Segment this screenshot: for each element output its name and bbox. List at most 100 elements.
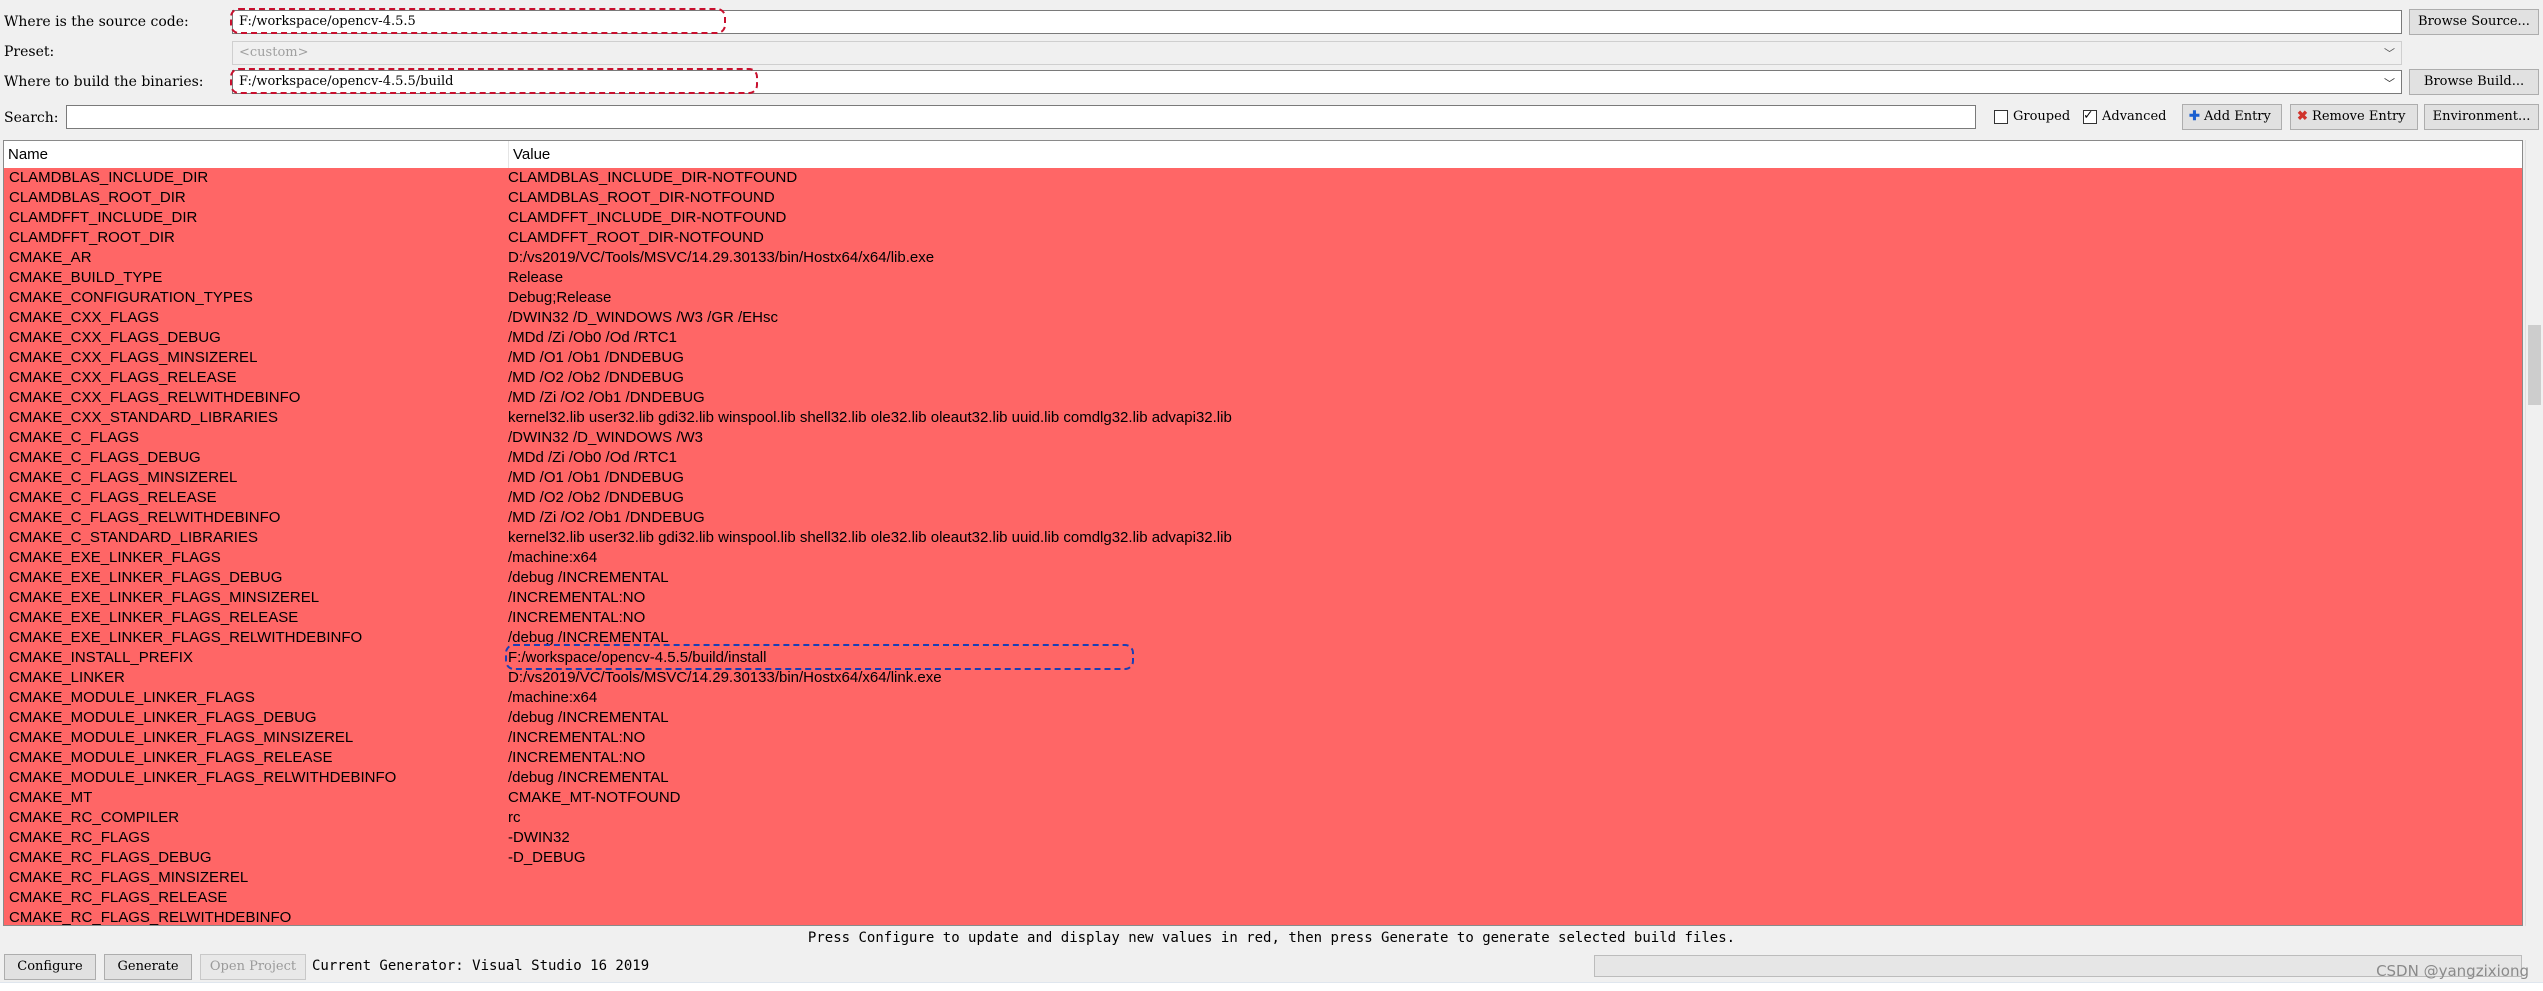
table-row[interactable]: CMAKE_CXX_FLAGS_MINSIZEREL/MD /O1 /Ob1 /… (4, 348, 2522, 368)
cache-entry-value[interactable]: /MD /O2 /Ob2 /DNDEBUG (508, 368, 2518, 388)
remove-entry-button[interactable]: ✖ Remove Entry (2290, 104, 2418, 130)
table-row[interactable]: CMAKE_RC_FLAGS_MINSIZEREL (4, 868, 2522, 888)
cache-entry-value[interactable]: CLAMDBLAS_INCLUDE_DIR-NOTFOUND (508, 168, 2518, 188)
cache-entry-value[interactable]: Release (508, 268, 2518, 288)
cache-entry-value[interactable]: kernel32.lib user32.lib gdi32.lib winspo… (508, 528, 2518, 548)
cache-entry-value[interactable]: D:/vs2019/VC/Tools/MSVC/14.29.30133/bin/… (508, 248, 2518, 268)
table-row[interactable]: CMAKE_MT CMAKE_MT-NOTFOUND (4, 788, 2522, 808)
cache-entry-value[interactable]: Debug;Release (508, 288, 2518, 308)
table-row[interactable]: CMAKE_RC_FLAGS_RELWITHDEBINFO (4, 908, 2522, 925)
column-header-name[interactable]: Name (4, 141, 508, 168)
cache-entry-value[interactable] (508, 868, 2518, 888)
table-row[interactable]: CMAKE_INSTALL_PREFIX F:/workspace/opencv-… (4, 648, 2522, 668)
cache-entry-name: CMAKE_RC_FLAGS_RELEASE (9, 889, 228, 906)
search-input[interactable] (66, 105, 1976, 129)
cache-entry-name: CMAKE_MODULE_LINKER_FLAGS_MINSIZEREL (9, 729, 354, 746)
cache-entry-value[interactable]: /MD /O1 /Ob1 /DNDEBUG (508, 468, 2518, 488)
table-row[interactable]: CMAKE_CXX_FLAGS/DWIN32 /D_WINDOWS /W3 /G… (4, 308, 2522, 328)
environment-button[interactable]: Environment... (2424, 104, 2539, 130)
cache-entry-value[interactable]: /DWIN32 /D_WINDOWS /W3 (508, 428, 2518, 448)
table-row[interactable]: CMAKE_RC_FLAGS_DEBUG -D_DEBUG (4, 848, 2522, 868)
cache-entry-value[interactable]: /DWIN32 /D_WINDOWS /W3 /GR /EHsc (508, 308, 2518, 328)
cache-entry-value[interactable]: CLAMDFFT_INCLUDE_DIR-NOTFOUND (508, 208, 2518, 228)
table-row[interactable]: CLAMDBLAS_ROOT_DIR CLAMDBLAS_ROOT_DIR-NOT… (4, 188, 2522, 208)
search-label: Search: (4, 110, 59, 126)
cache-entry-value[interactable]: /MD /O1 /Ob1 /DNDEBUG (508, 348, 2518, 368)
table-row[interactable]: CMAKE_CXX_STANDARD_LIBRARIES kernel32.lib… (4, 408, 2522, 428)
cache-entry-name: CMAKE_RC_FLAGS (9, 829, 150, 846)
cache-entry-value[interactable] (508, 888, 2518, 908)
cache-entry-value[interactable]: CLAMDFFT_ROOT_DIR-NOTFOUND (508, 228, 2518, 248)
table-row[interactable]: CMAKE_C_FLAGS/DWIN32 /D_WINDOWS /W3 (4, 428, 2522, 448)
table-row[interactable]: CMAKE_MODULE_LINKER_FLAGS/machine:x64 (4, 688, 2522, 708)
table-scrollbar[interactable] (2525, 140, 2543, 926)
cache-entry-value[interactable]: CLAMDBLAS_ROOT_DIR-NOTFOUND (508, 188, 2518, 208)
build-chevron-down-icon[interactable]: ﹀ (2384, 75, 2395, 91)
table-row[interactable]: CMAKE_LINKER D:/vs2019/VC/Tools/MSVC/14.2… (4, 668, 2522, 688)
cache-entry-value[interactable] (508, 908, 2518, 925)
table-row[interactable]: CMAKE_RC_FLAGS_RELEASE (4, 888, 2522, 908)
cache-entry-name: CMAKE_BUILD_TYPE (9, 269, 163, 286)
table-row[interactable]: CMAKE_RC_COMPILER rc (4, 808, 2522, 828)
build-path-highlight (230, 68, 758, 94)
table-row[interactable]: CMAKE_AR D:/vs2019/VC/Tools/MSVC/14.29.30… (4, 248, 2522, 268)
table-row[interactable]: CMAKE_EXE_LINKER_FLAGS_RELEASE/INCREMENT… (4, 608, 2522, 628)
column-header-value[interactable]: Value (508, 141, 2518, 168)
cache-entry-value[interactable]: /INCREMENTAL:NO (508, 728, 2518, 748)
advanced-checkbox[interactable] (2083, 107, 2097, 124)
table-row[interactable]: CMAKE_MODULE_LINKER_FLAGS_RELWITHDEBINFO… (4, 768, 2522, 788)
table-row[interactable]: CMAKE_C_FLAGS_RELEASE/MD /O2 /Ob2 /DNDEB… (4, 488, 2522, 508)
cache-entry-value[interactable]: /MD /O2 /Ob2 /DNDEBUG (508, 488, 2518, 508)
table-row[interactable]: CMAKE_C_FLAGS_DEBUG/MDd /Zi /Ob0 /Od /RT… (4, 448, 2522, 468)
cache-entry-value[interactable]: /debug /INCREMENTAL (508, 568, 2518, 588)
grouped-checkbox[interactable] (1994, 110, 2008, 124)
cache-entry-value[interactable]: /MD /Zi /O2 /Ob1 /DNDEBUG (508, 388, 2518, 408)
table-row[interactable]: CMAKE_CXX_FLAGS_DEBUG/MDd /Zi /Ob0 /Od /… (4, 328, 2522, 348)
generate-button[interactable]: Generate (104, 954, 192, 980)
cache-entry-value[interactable]: rc (508, 808, 2518, 828)
table-row[interactable]: CMAKE_RC_FLAGS -DWIN32 (4, 828, 2522, 848)
cache-entry-value[interactable]: /debug /INCREMENTAL (508, 768, 2518, 788)
scrollbar-thumb[interactable] (2528, 325, 2541, 405)
cache-entry-value[interactable]: /INCREMENTAL:NO (508, 608, 2518, 628)
cache-entry-value[interactable]: CMAKE_MT-NOTFOUND (508, 788, 2518, 808)
table-row[interactable]: CMAKE_EXE_LINKER_FLAGS_RELWITHDEBINFO/de… (4, 628, 2522, 648)
table-row[interactable]: CMAKE_C_STANDARD_LIBRARIES kernel32.lib u… (4, 528, 2522, 548)
cache-entry-value[interactable]: /MD /Zi /O2 /Ob1 /DNDEBUG (508, 508, 2518, 528)
configure-button[interactable]: Configure (4, 954, 96, 980)
cache-entry-name: CMAKE_EXE_LINKER_FLAGS_DEBUG (9, 569, 283, 586)
table-row[interactable]: CLAMDFFT_INCLUDE_DIR CLAMDFFT_INCLUDE_DIR… (4, 208, 2522, 228)
table-row[interactable]: CMAKE_MODULE_LINKER_FLAGS_MINSIZEREL/INC… (4, 728, 2522, 748)
add-entry-button[interactable]: ✚ Add Entry (2182, 104, 2282, 130)
cache-entry-value[interactable]: D:/vs2019/VC/Tools/MSVC/14.29.30133/bin/… (508, 668, 2518, 688)
table-row[interactable]: CMAKE_CXX_FLAGS_RELEASE/MD /O2 /Ob2 /DND… (4, 368, 2522, 388)
cache-entry-value[interactable]: /INCREMENTAL:NO (508, 748, 2518, 768)
cache-entry-value[interactable]: -DWIN32 (508, 828, 2518, 848)
cache-table[interactable]: Name Value CLAMDBLAS_INCLUDE_DIR CLAMDBLA… (3, 140, 2523, 926)
browse-source-button[interactable]: Browse Source... (2409, 9, 2539, 35)
table-row[interactable]: CLAMDFFT_ROOT_DIR CLAMDFFT_ROOT_DIR-NOTFO… (4, 228, 2522, 248)
table-row[interactable]: CMAKE_EXE_LINKER_FLAGS/machine:x64 (4, 548, 2522, 568)
table-row[interactable]: CMAKE_CONFIGURATION_TYPES Debug;Release (4, 288, 2522, 308)
cache-entry-name: CMAKE_RC_FLAGS_MINSIZEREL (9, 869, 249, 886)
table-row[interactable]: CMAKE_BUILD_TYPE Release (4, 268, 2522, 288)
table-row[interactable]: CMAKE_EXE_LINKER_FLAGS_DEBUG/debug /INCR… (4, 568, 2522, 588)
cache-entry-value[interactable]: /MDd /Zi /Ob0 /Od /RTC1 (508, 328, 2518, 348)
table-row[interactable]: CMAKE_MODULE_LINKER_FLAGS_RELEASE/INCREM… (4, 748, 2522, 768)
cache-entry-value[interactable]: kernel32.lib user32.lib gdi32.lib winspo… (508, 408, 2518, 428)
cache-entry-name: CMAKE_LINKER (9, 669, 125, 686)
cache-entry-value[interactable]: /MDd /Zi /Ob0 /Od /RTC1 (508, 448, 2518, 468)
table-row[interactable]: CMAKE_CXX_FLAGS_RELWITHDEBINFO/MD /Zi /O… (4, 388, 2522, 408)
cache-entry-value[interactable]: -D_DEBUG (508, 848, 2518, 868)
table-row[interactable]: CMAKE_EXE_LINKER_FLAGS_MINSIZEREL/INCREM… (4, 588, 2522, 608)
cache-entry-value[interactable]: /machine:x64 (508, 548, 2518, 568)
cache-entry-value[interactable]: /debug /INCREMENTAL (508, 708, 2518, 728)
table-row[interactable]: CMAKE_C_FLAGS_RELWITHDEBINFO/MD /Zi /O2 … (4, 508, 2522, 528)
browse-build-button[interactable]: Browse Build... (2409, 69, 2539, 95)
cache-entry-name: CMAKE_RC_FLAGS_DEBUG (9, 849, 212, 866)
table-row[interactable]: CLAMDBLAS_INCLUDE_DIR CLAMDBLAS_INCLUDE_D… (4, 168, 2522, 188)
cache-entry-value[interactable]: /machine:x64 (508, 688, 2518, 708)
cache-entry-value[interactable]: /INCREMENTAL:NO (508, 588, 2518, 608)
table-row[interactable]: CMAKE_MODULE_LINKER_FLAGS_DEBUG/debug /I… (4, 708, 2522, 728)
table-row[interactable]: CMAKE_C_FLAGS_MINSIZEREL/MD /O1 /Ob1 /DN… (4, 468, 2522, 488)
